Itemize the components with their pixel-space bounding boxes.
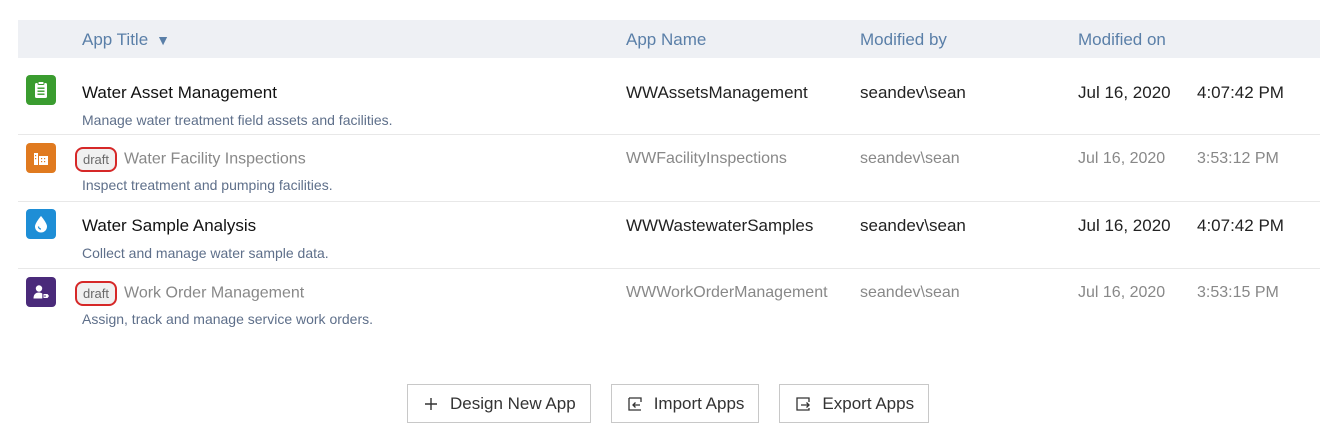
column-header-label: App Title: [82, 30, 149, 49]
app-description: Manage water treatment field assets and …: [82, 112, 393, 128]
app-title-group: draft Work Order Management: [75, 281, 304, 306]
app-name: WWAssetsManagement: [626, 83, 808, 102]
design-new-app-button[interactable]: Design New App: [407, 384, 591, 423]
modified-time: 4:07:42 PM: [1197, 216, 1284, 235]
water-drop-icon: [26, 209, 56, 239]
modified-by: seandev\sean: [860, 83, 966, 102]
modified-time: 4:07:42 PM: [1197, 83, 1284, 102]
button-label: Import Apps: [653, 393, 745, 413]
app-name: WWWastewaterSamples: [626, 216, 814, 235]
action-bar: Design New App Import Apps Export Apps: [407, 384, 930, 423]
factory-icon: [26, 143, 56, 173]
app-title[interactable]: Water Asset Management: [82, 83, 277, 103]
apps-table: App Title ▼ App Name Modified by Modified…: [18, 20, 1320, 336]
app-name: WWFacilityInspections: [626, 150, 787, 167]
app-description: Collect and manage water sample data.: [82, 245, 329, 261]
app-title[interactable]: Work Order Management: [124, 285, 304, 302]
export-icon: [794, 395, 812, 413]
table-header: App Title ▼ App Name Modified by Modified…: [18, 20, 1320, 58]
modified-by: seandev\sean: [860, 216, 966, 235]
app-title-group: draft Water Facility Inspections: [75, 147, 306, 172]
app-description: Inspect treatment and pumping facilities…: [82, 177, 333, 193]
draft-badge: draft: [75, 281, 118, 306]
modified-by: seandev\sean: [860, 284, 960, 301]
table-row[interactable]: Water Sample Analysis Collect and manage…: [18, 202, 1320, 269]
import-icon: [626, 395, 644, 413]
column-header-modified-on[interactable]: Modified on: [1078, 30, 1166, 50]
import-apps-button[interactable]: Import Apps: [610, 384, 760, 423]
modified-date: Jul 16, 2020: [1078, 150, 1166, 167]
column-header-app-name[interactable]: App Name: [626, 30, 706, 50]
app-title[interactable]: Water Sample Analysis: [82, 216, 256, 236]
modified-by: seandev\sean: [860, 150, 960, 167]
plus-icon: [422, 395, 440, 413]
user-tag-icon: [26, 277, 56, 307]
modified-date: Jul 16, 2020: [1078, 216, 1171, 235]
export-apps-button[interactable]: Export Apps: [779, 384, 930, 423]
column-header-modified-by[interactable]: Modified by: [860, 30, 947, 50]
modified-date: Jul 16, 2020: [1078, 284, 1166, 301]
sort-descending-icon: ▼: [156, 32, 171, 48]
button-label: Export Apps: [822, 393, 915, 413]
button-label: Design New App: [450, 393, 576, 413]
app-title[interactable]: Water Facility Inspections: [124, 151, 306, 168]
table-row[interactable]: Water Asset Management Manage water trea…: [18, 58, 1320, 135]
modified-date: Jul 16, 2020: [1078, 83, 1171, 102]
table-row[interactable]: draft Work Order Management Assign, track…: [18, 269, 1320, 336]
clipboard-icon: [26, 75, 56, 105]
draft-badge: draft: [75, 147, 118, 172]
modified-time: 3:53:12 PM: [1197, 150, 1279, 167]
table-row[interactable]: draft Water Facility Inspections Inspect …: [18, 135, 1320, 202]
app-description: Assign, track and manage service work or…: [82, 311, 374, 327]
modified-time: 3:53:15 PM: [1197, 284, 1279, 301]
column-header-app-title[interactable]: App Title ▼: [82, 30, 170, 50]
app-name: WWWorkOrderManagement: [626, 284, 828, 301]
